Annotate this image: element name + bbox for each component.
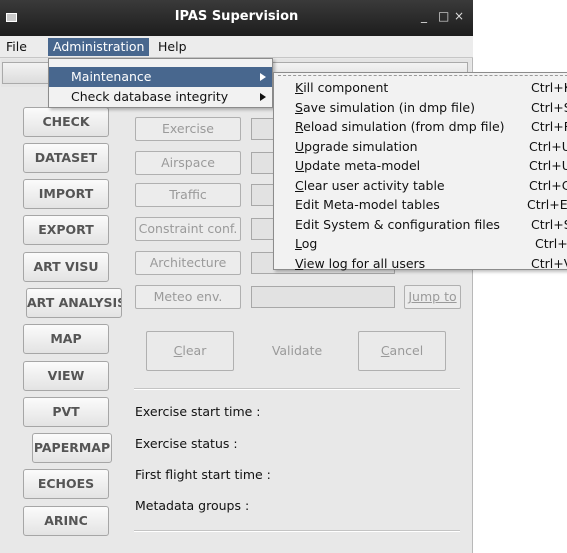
submenu-item-view-log-all-users[interactable]: View log for all users xyxy=(295,254,425,274)
submenu-item-label: eload simulation (from dmp file) xyxy=(303,119,505,134)
jump-to-label: Jump to xyxy=(408,289,457,304)
cancel-label: ancel xyxy=(389,343,424,358)
clear-label: lear xyxy=(182,343,207,358)
submenu-item-mnemonic: K xyxy=(295,80,304,95)
cancel-mnemonic: C xyxy=(380,343,390,358)
submenu-shortcut: Ctrl+U xyxy=(529,138,567,154)
nav-dataset-button[interactable]: DATASET xyxy=(23,143,109,173)
submenu-shortcut: Ctrl+R xyxy=(531,119,567,134)
nav-arinc-button[interactable]: ARINC xyxy=(23,506,109,536)
submenu-item-label: pgrade simulation xyxy=(304,138,418,154)
metadata-groups-label: Metadata groups : xyxy=(135,498,250,513)
submenu-item-mnemonic: U xyxy=(295,138,305,154)
nav-echoes-button[interactable]: ECHOES xyxy=(23,469,109,499)
menu-item-maintenance[interactable]: Maintenance xyxy=(49,67,272,87)
exercise-status-label: Exercise status : xyxy=(135,436,238,451)
submenu-arrow-icon xyxy=(260,73,266,81)
exercise-start-time-label: Exercise start time : xyxy=(135,404,261,419)
submenu-shortcut: Ctrl+E xyxy=(527,197,567,212)
submenu-item-edit-system-configuration-files[interactable]: Edit System & configuration files xyxy=(295,215,500,235)
submenu-item-upgrade-simulation[interactable]: Upgrade simulation xyxy=(295,137,418,157)
submenu-shortcut: Ctrl+K xyxy=(531,80,567,95)
meteo-env-field[interactable] xyxy=(251,286,395,308)
submenu-item-save-simulation[interactable]: Save simulation (in dmp file) xyxy=(295,98,475,118)
maintenance-submenu: Kill component Ctrl+K Save simulation (in … xyxy=(273,72,567,271)
submenu-shortcut: Ctrl+V xyxy=(531,255,567,271)
traffic-button[interactable]: Traffic xyxy=(135,183,241,207)
constraint-conf-button[interactable]: Constraint conf. xyxy=(135,217,241,241)
submenu-item-label: lear user activity table xyxy=(303,177,445,193)
airspace-button[interactable]: Airspace xyxy=(135,151,241,175)
submenu-item-label: iew log for all users xyxy=(303,255,426,271)
submenu-item-kill-component[interactable]: Kill component xyxy=(295,78,388,98)
submenu-item-clear-user-activity-table[interactable]: Clear user activity table xyxy=(295,176,445,196)
nav-art-visu-button[interactable]: ART VISU xyxy=(23,252,109,282)
submenu-item-label: ave simulation (in dmp file) xyxy=(302,99,475,115)
submenu-item-log[interactable]: Log xyxy=(295,234,317,254)
nav-art-analysis-button[interactable]: ART ANALYSIS xyxy=(26,288,122,318)
submenu-shortcut: Ctrl+S xyxy=(531,216,567,232)
nav-pvt-button[interactable]: PVT xyxy=(23,397,109,427)
nav-export-button[interactable]: EXPORT xyxy=(23,215,109,245)
close-icon[interactable]: × xyxy=(454,9,464,23)
submenu-shortcut: Ctrl+U xyxy=(529,158,567,173)
menu-file[interactable]: File xyxy=(1,38,32,56)
nav-view-button[interactable]: VIEW xyxy=(23,361,109,391)
submenu-item-label: og xyxy=(301,236,318,251)
submenu-item-update-meta-model[interactable]: Update meta-model xyxy=(295,156,420,176)
administration-dropdown: Maintenance Check database integrity xyxy=(48,58,273,108)
nav-map-button[interactable]: MAP xyxy=(23,324,109,354)
first-flight-start-label: First flight start time : xyxy=(135,467,271,482)
submenu-item-mnemonic: R xyxy=(295,119,304,134)
submenu-item-edit-meta-model-tables[interactable]: Edit Meta-model tables xyxy=(295,195,440,215)
window-title: IPAS Supervision xyxy=(174,9,299,24)
separator xyxy=(134,530,460,532)
cancel-button[interactable]: Cancel xyxy=(358,331,446,371)
maximize-icon[interactable]: □ xyxy=(438,9,449,23)
menu-item-label: Maintenance xyxy=(71,69,152,84)
submenu-item-mnemonic: C xyxy=(295,177,304,193)
tear-off-line[interactable] xyxy=(278,75,567,76)
nav-papermap-button[interactable]: PAPERMAP xyxy=(32,433,112,463)
menu-item-label: Check database integrity xyxy=(71,89,229,104)
submenu-item-label: ill component xyxy=(303,80,389,95)
submenu-item-reload-simulation[interactable]: Reload simulation (from dmp file) xyxy=(295,117,505,137)
submenu-shortcut: Ctrl+L xyxy=(535,236,567,251)
jump-to-button[interactable]: Jump to xyxy=(404,285,461,309)
minimize-icon[interactable]: _ xyxy=(421,9,427,23)
submenu-item-label: Edit Meta-model tables xyxy=(295,197,440,212)
submenu-shortcut: Ctrl+S xyxy=(531,99,567,115)
submenu-item-mnemonic: L xyxy=(295,236,302,251)
exercise-button[interactable]: Exercise xyxy=(135,117,241,141)
menu-item-check-database-integrity[interactable]: Check database integrity xyxy=(49,87,272,107)
menu-administration[interactable]: Administration xyxy=(48,38,150,56)
separator xyxy=(134,388,460,390)
nav-import-button[interactable]: IMPORT xyxy=(23,179,109,209)
submenu-arrow-icon xyxy=(260,93,266,101)
menu-help[interactable]: Help xyxy=(153,38,192,56)
submenu-shortcut: Ctrl+C xyxy=(529,177,567,193)
nav-check-button[interactable]: CHECK xyxy=(23,107,109,137)
architecture-button[interactable]: Architecture xyxy=(135,251,241,275)
submenu-item-label: pdate meta-model xyxy=(304,158,421,173)
menu-bar: File Administration Help xyxy=(0,36,473,58)
submenu-item-mnemonic: U xyxy=(295,158,305,173)
submenu-item-mnemonic: S xyxy=(295,99,303,115)
submenu-item-label: Edit System & configuration files xyxy=(295,216,500,232)
title-bar[interactable]: IPAS Supervision _ □ × xyxy=(0,0,473,36)
clear-button[interactable]: Clear xyxy=(146,331,234,371)
meteo-env-button[interactable]: Meteo env. xyxy=(135,285,241,309)
validate-button[interactable]: Validate xyxy=(253,331,341,371)
